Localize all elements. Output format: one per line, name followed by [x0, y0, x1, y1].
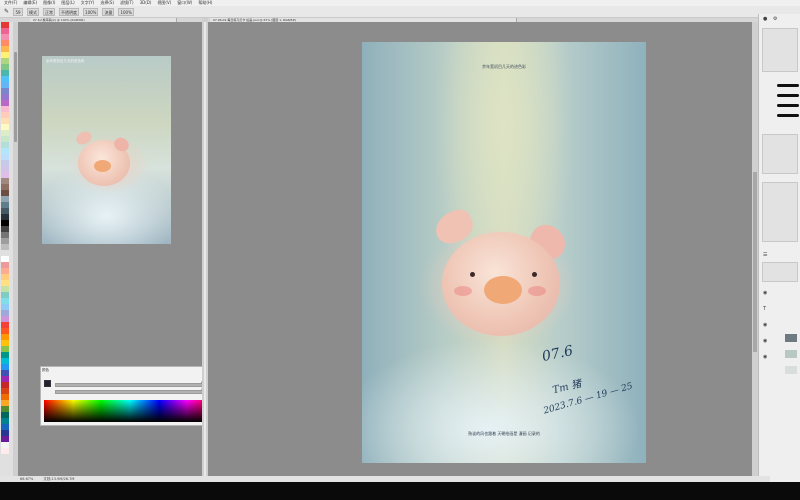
right-panels: ● ⚙ ☰ ◉ T ◉ ◉ ◉ [758, 14, 800, 482]
eye-icon[interactable]: ◉ [763, 290, 767, 296]
brush-stroke-preview-4[interactable] [777, 114, 799, 117]
color-slider-g[interactable] [55, 390, 207, 394]
eye-icon-3[interactable]: ◉ [763, 338, 767, 344]
color-panel-title: 颜色 [42, 368, 49, 372]
pig-eye-right [532, 272, 537, 277]
option-button-1[interactable]: 模式 [27, 7, 40, 16]
artwork-top-text: 余年宽初目几天的进色彩 [482, 64, 526, 69]
layer-options-box [762, 262, 798, 282]
color-spectrum[interactable] [44, 400, 216, 422]
pig-illustration [430, 205, 572, 342]
pig-blush-left [454, 286, 472, 296]
layer-thumbnail-2[interactable] [785, 350, 797, 358]
pig-eye-left [470, 272, 475, 277]
layers-icon[interactable]: ☰ [763, 252, 767, 258]
text-layer-icon[interactable]: T [763, 306, 766, 312]
brush-stroke-preview-3[interactable] [777, 104, 799, 107]
reference-pig [74, 129, 134, 190]
brush-tip-box [762, 134, 798, 174]
artwork-bottom-text: 熟谈的风也跟着 天朝绘画是 漫画 记录的 [468, 431, 540, 436]
brush-preset-icon[interactable]: ● [763, 16, 767, 22]
main-scrollbar-thumb[interactable] [753, 172, 757, 352]
brush-stroke-preview-1[interactable] [777, 84, 799, 87]
swatches-panel [0, 22, 13, 482]
layer-thumbnail-1[interactable] [785, 334, 797, 342]
foreground-color-chip[interactable] [44, 380, 51, 387]
color-slider-r[interactable] [55, 383, 207, 387]
option-button-4[interactable]: 100% [83, 7, 99, 16]
color-picker-panel: 颜色 × R G [40, 366, 219, 426]
pane-divider-handle[interactable] [204, 22, 206, 478]
signature-date: 07.6 [540, 342, 575, 366]
pig-snout [484, 276, 522, 304]
option-button-3[interactable]: 不透明度 [59, 7, 80, 16]
option-button-0[interactable]: 59 [13, 7, 24, 16]
signature-name: Tm 猪 [551, 378, 583, 397]
brush-list-box [762, 182, 798, 242]
brush-stroke-preview-2[interactable] [777, 94, 799, 97]
option-button-2[interactable]: 正常 [43, 7, 56, 16]
color-swatch[interactable] [1, 448, 9, 454]
reference-image: 余年宽初目几天的进色彩 [42, 56, 171, 244]
option-button-5[interactable]: 流量 [102, 7, 115, 16]
brush-icon[interactable]: ✎ [4, 8, 9, 15]
reference-title: 余年宽初目几天的进色彩 [46, 59, 85, 63]
main-artwork-canvas[interactable]: 余年宽初目几天的进色彩 07.6 Tm 猪 2023.7.6 — 19 — 25… [362, 42, 646, 463]
brush-settings-box [762, 28, 798, 72]
pig-blush-right [528, 286, 546, 296]
gear-icon[interactable]: ⚙ [773, 16, 777, 22]
eye-icon-2[interactable]: ◉ [763, 322, 767, 328]
left-scrollbar-thumb[interactable] [14, 52, 17, 142]
options-bar: ✎ 59 模式 正常 不透明度 100% 流量 100% [0, 6, 800, 18]
option-button-6[interactable]: 100% [118, 7, 134, 16]
layer-thumbnail-3[interactable] [785, 366, 797, 374]
eye-icon-4[interactable]: ◉ [763, 354, 767, 360]
bottom-bar [0, 482, 800, 500]
